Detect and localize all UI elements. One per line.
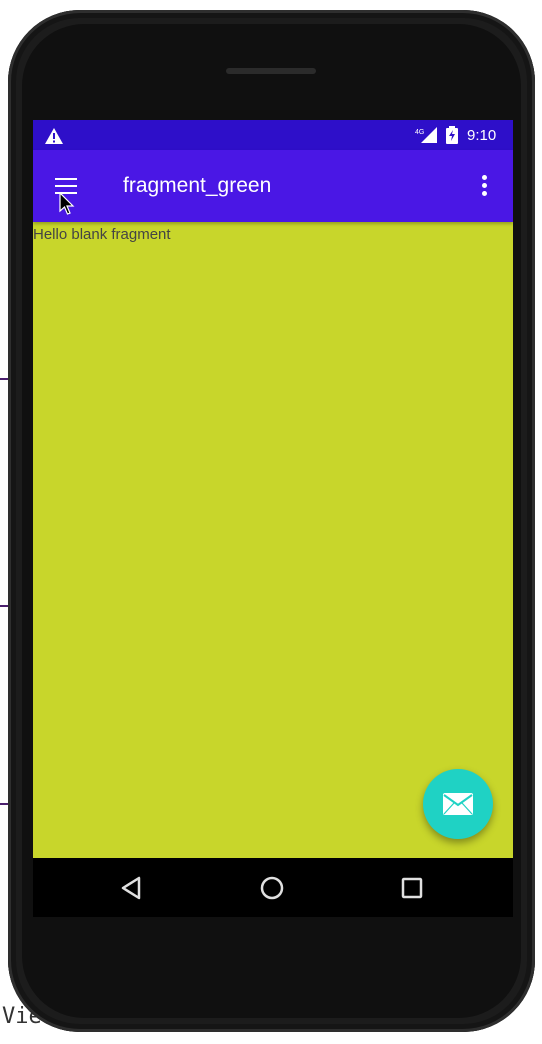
overflow-menu-icon-dot [482,183,487,188]
menu-icon [55,178,77,180]
menu-icon-line [55,185,77,187]
recents-button[interactable] [396,872,428,904]
svg-text:4G: 4G [415,129,424,136]
toolbar-title: fragment_green [123,174,272,197]
warning-icon [45,128,63,144]
battery-charging-icon [446,126,458,144]
status-bar: 4G 9:10 [33,120,513,150]
home-icon [260,876,284,900]
system-nav-bar [33,858,513,917]
mouse-cursor-icon [59,192,75,215]
back-button[interactable] [115,872,147,904]
home-button[interactable] [256,872,288,904]
email-icon [443,793,473,815]
email-fab-button[interactable] [423,769,493,839]
overflow-menu-icon [482,175,487,180]
recents-icon [401,877,423,899]
fragment-text: Hello blank fragment [33,226,171,243]
back-icon [121,876,141,900]
signal-4g-icon: 4G [415,127,437,143]
phone-speaker [226,68,316,74]
overflow-menu-icon-dot [482,191,487,196]
overflow-menu-button[interactable] [473,172,497,200]
status-clock: 9:10 [467,127,497,144]
app-toolbar: fragment_green [33,150,513,222]
device-screen: 4G 9:10 fragment_green Hello blank fragm… [33,120,513,917]
